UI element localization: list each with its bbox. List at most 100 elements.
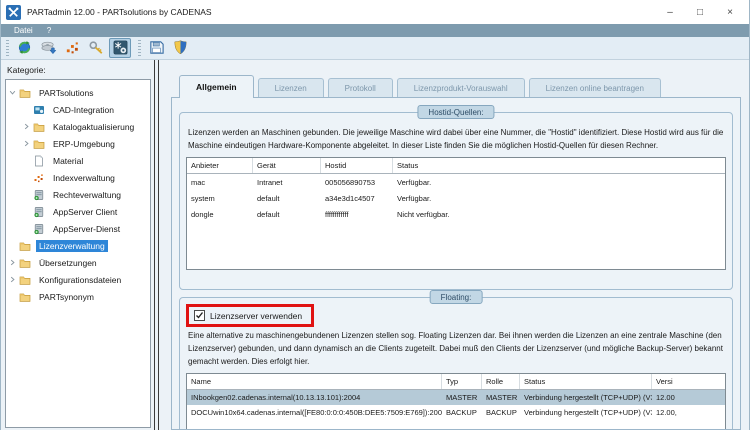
column-header-typ[interactable]: Typ <box>442 374 482 389</box>
update-icon <box>16 39 33 58</box>
toolbar-grip <box>6 40 9 56</box>
index-button[interactable] <box>61 38 83 58</box>
chevron-right-icon[interactable] <box>23 140 33 148</box>
table-cell: dongle <box>191 209 214 219</box>
sidebar-item-rechteverwaltung[interactable]: Rechteverwaltung <box>6 186 150 203</box>
floating-group-title: Floating: <box>429 290 483 304</box>
tab-bar: Allgemein Lizenzen Protokoll Lizenzprodukt-… <box>171 75 741 98</box>
minimize-button[interactable]: – <box>655 2 685 22</box>
toolbar <box>1 37 749 60</box>
services-icon <box>112 39 129 58</box>
sidebar-item-lizenzverwaltung[interactable]: Lizenzverwaltung <box>6 237 150 254</box>
menu-bar: Datei? <box>1 24 749 37</box>
sidebar-item-appserver-dienst[interactable]: AppServer-Dienst <box>6 220 150 237</box>
sidebar-item-material[interactable]: Material <box>6 152 150 169</box>
save-button[interactable] <box>145 38 167 58</box>
table-cell: default <box>257 193 280 203</box>
sidebar-item-cad-integration[interactable]: CAD-Integration <box>6 101 150 118</box>
sidebar-item-indexverwaltung[interactable]: Indexverwaltung <box>6 169 150 186</box>
table-cell: BACKUP <box>446 408 477 417</box>
floating-group: Floating: Lizenzserver verwenden Eine al… <box>179 290 733 429</box>
folder-icon <box>19 240 32 252</box>
title-bar: PARTadmin 12.00 - PARTsolutions by CADEN… <box>1 0 749 24</box>
panel-splitter[interactable] <box>151 60 163 430</box>
menu-item-datei[interactable]: Datei <box>7 24 40 37</box>
uac-shield-button[interactable] <box>169 38 191 58</box>
table-cell: default <box>257 209 280 219</box>
install-button[interactable] <box>37 38 59 58</box>
license-key-button[interactable] <box>85 38 107 58</box>
hostid-description: Lizenzen werden an Maschinen gebunden. D… <box>188 128 724 150</box>
license-server-table[interactable]: Name Typ Rolle Status Versi INbookgen02.caden… <box>186 373 726 429</box>
sidebar-item-konfigurationsdateien[interactable]: Konfigurationsdateien <box>6 271 150 288</box>
sidebar-item-erp-umgebung[interactable]: ERP-Umgebung <box>6 135 150 152</box>
table-cell: Verfügbar. <box>397 193 432 203</box>
column-header-name[interactable]: Name <box>187 374 442 389</box>
menu-item-[interactable]: ? <box>40 24 58 37</box>
close-button[interactable]: × <box>715 2 745 22</box>
services-button[interactable] <box>109 38 131 58</box>
app-icon <box>6 4 21 20</box>
chevron-right-icon[interactable] <box>9 276 19 284</box>
cad-icon <box>33 104 46 116</box>
main-area: Kategorie: PARTsolutions CAD-Integration K… <box>1 60 749 430</box>
annotation-highlight: Lizenzserver verwenden <box>186 304 315 327</box>
tab-allgemein[interactable]: Allgemein <box>179 75 254 98</box>
window-controls: – □ × <box>655 2 745 22</box>
lizenzserver-checkbox[interactable] <box>194 310 205 321</box>
table-cell: Verfügbar. <box>397 177 432 187</box>
chevron-right-icon[interactable] <box>9 259 19 267</box>
table-cell: ffffffffffff <box>325 209 349 219</box>
tab-page-allgemein: Hostid-Quellen: Lizenzen werden an Masch… <box>171 97 741 430</box>
table-cell: Verbindung hergestellt (TCP+UDP) (V3) <box>524 393 652 402</box>
category-panel: Kategorie: PARTsolutions CAD-Integration K… <box>1 60 151 430</box>
index-icon <box>33 172 46 184</box>
server-icon <box>33 223 46 235</box>
tab-lizenzprodukt-vorauswahl[interactable]: Lizenzprodukt-Vorauswahl <box>396 78 525 97</box>
sidebar-item-partsolutions[interactable]: PARTsolutions <box>6 84 150 101</box>
table-cell: Nicht verfügbar. <box>397 209 450 219</box>
table-cell: MASTER <box>446 393 478 402</box>
sidebar-item-appserver-client[interactable]: AppServer Client <box>6 203 150 220</box>
table-cell: Verbindung hergestellt (TCP+UDP) (V3) <box>524 408 652 417</box>
column-header-status[interactable]: Status <box>393 158 725 173</box>
table-cell: 12.00, <box>656 408 677 417</box>
column-header-ger-t[interactable]: Gerät <box>253 158 321 173</box>
table-cell: Intranet <box>257 177 283 187</box>
table-header: Name Typ Rolle Status Versi <box>187 374 725 390</box>
column-header-versi[interactable]: Versi <box>652 374 725 389</box>
content-panel: Allgemein Lizenzen Protokoll Lizenzprodukt-… <box>163 60 749 430</box>
table-row[interactable]: dongle default ffffffffffff Nicht verfügbar… <box>187 206 725 222</box>
table-header: Anbieter Gerät Hostid Status <box>187 158 725 174</box>
update-button[interactable] <box>13 38 35 58</box>
floating-description: Eine alternative zu maschinengebundenen … <box>188 331 723 366</box>
table-row[interactable]: DOCUwin10x64.cadenas.internal([FE80:0:0:… <box>187 405 725 420</box>
column-header-rolle[interactable]: Rolle <box>482 374 520 389</box>
tab-lizenzen-online-beantragen[interactable]: Lizenzen online beantragen <box>528 78 661 97</box>
window-title: PARTadmin 12.00 - PARTsolutions by CADEN… <box>27 7 212 17</box>
table-cell: DOCUwin10x64.cadenas.internal([FE80:0:0:… <box>191 408 442 417</box>
column-header-status[interactable]: Status <box>520 374 652 389</box>
sidebar-item-katalogaktualisierung[interactable]: Katalogaktualisierung <box>6 118 150 135</box>
table-row[interactable]: mac Intranet 005056890753 Verfügbar. <box>187 174 725 190</box>
chevron-down-icon[interactable] <box>9 89 19 97</box>
toolbar-grip <box>138 40 141 56</box>
chevron-right-icon[interactable] <box>23 123 33 131</box>
table-row[interactable]: INbookgen02.cadenas.internal(10.13.13.10… <box>187 390 725 405</box>
hostid-table[interactable]: Anbieter Gerät Hostid Status mac Intranet 0050… <box>186 157 726 270</box>
maximize-button[interactable]: □ <box>685 2 715 22</box>
sidebar-item-bersetzungen[interactable]: Übersetzungen <box>6 254 150 271</box>
table-cell: system <box>191 193 215 203</box>
table-cell: a34e3d1c4507 <box>325 193 375 203</box>
tab-protokoll[interactable]: Protokoll <box>327 78 393 97</box>
lizenzserver-checkbox-label[interactable]: Lizenzserver verwenden <box>210 311 302 321</box>
table-row[interactable]: system default a34e3d1c4507 Verfügbar. <box>187 190 725 206</box>
column-header-anbieter[interactable]: Anbieter <box>187 158 253 173</box>
folder-icon <box>33 138 46 150</box>
folder-icon <box>19 87 32 99</box>
tab-lizenzen[interactable]: Lizenzen <box>257 78 324 97</box>
sidebar-item-partsynonym[interactable]: PARTsynonym <box>6 288 150 305</box>
table-cell: mac <box>191 177 206 187</box>
category-tree: PARTsolutions CAD-Integration Katalogaktua… <box>5 79 151 428</box>
column-header-hostid[interactable]: Hostid <box>321 158 393 173</box>
